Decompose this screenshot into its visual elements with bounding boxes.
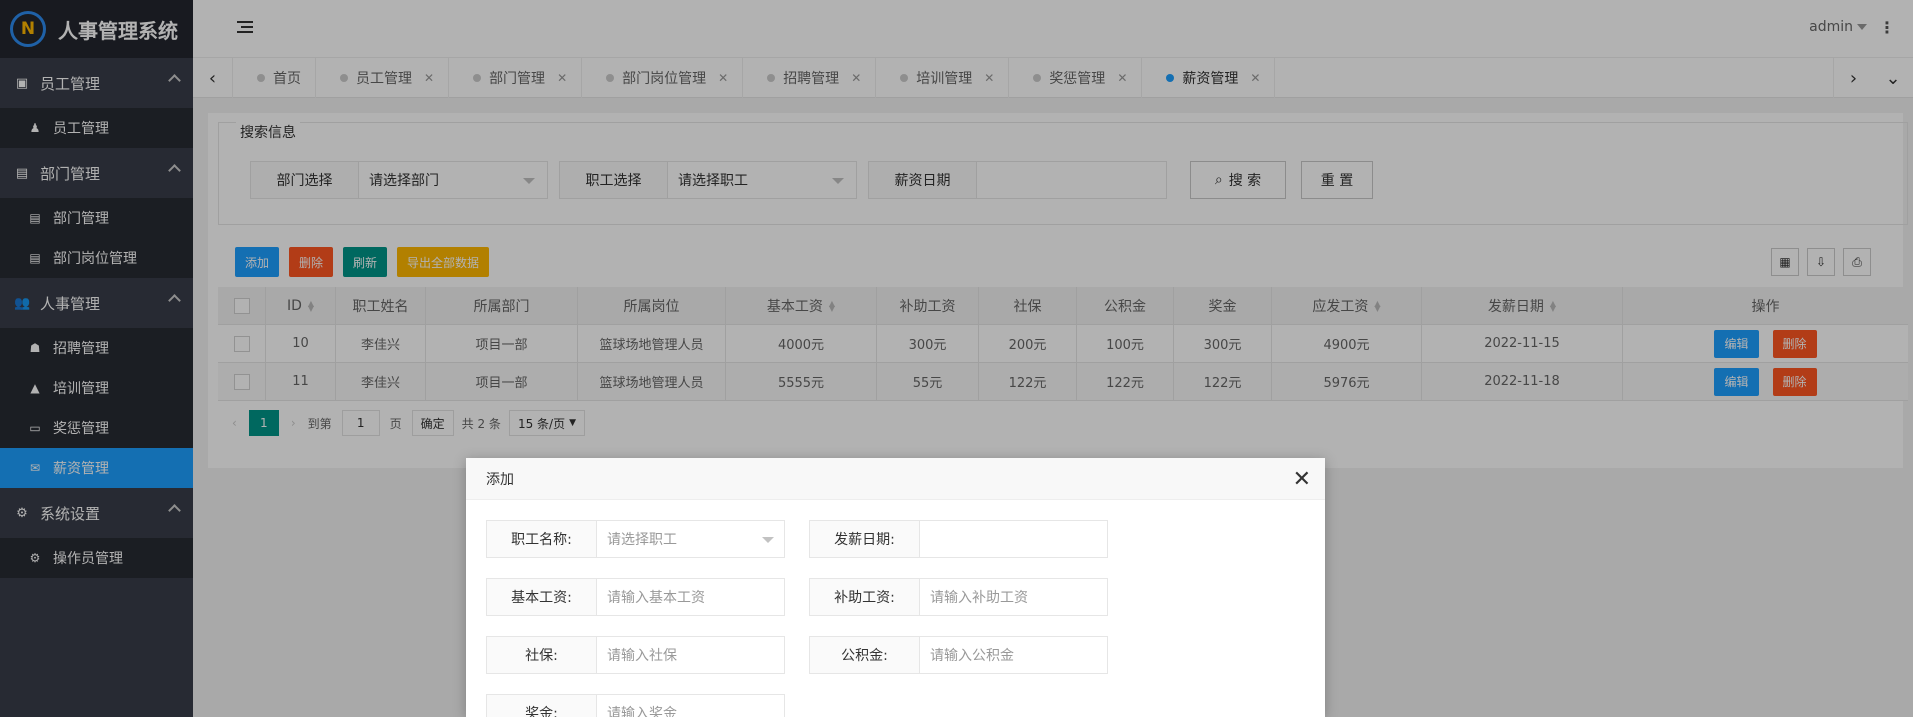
field-label: 公积金: (810, 637, 920, 673)
field-label: 发薪日期: (810, 521, 920, 557)
field-label: 社保: (487, 637, 597, 673)
field-placeholder: 请输入基本工资 (607, 590, 705, 606)
dialog-title: 添加 (486, 471, 514, 488)
field-label: 基本工资: (487, 579, 597, 615)
close-icon[interactable]: ✕ (1293, 467, 1311, 492)
bonus-field[interactable]: 奖金: 请输入奖金 (486, 694, 785, 717)
field-placeholder: 请选择职工 (607, 532, 677, 548)
field-placeholder: 请输入社保 (607, 648, 677, 664)
social-field[interactable]: 社保: 请输入社保 (486, 636, 785, 674)
field-placeholder: 请输入公积金 (930, 648, 1014, 664)
add-salary-dialog: 添加 ✕ 职工名称: 请选择职工 发薪日期: 基本工资: 请输入基本工资 补助工资… (466, 458, 1325, 717)
caret-down-icon (762, 537, 774, 549)
field-placeholder: 请输入补助工资 (930, 590, 1028, 606)
field-placeholder: 请输入奖金 (607, 706, 677, 717)
field-label: 奖金: (487, 695, 597, 717)
emp-select-field[interactable]: 职工名称: 请选择职工 (486, 520, 785, 558)
field-label: 补助工资: (810, 579, 920, 615)
pay-date-field[interactable]: 发薪日期: (809, 520, 1108, 558)
subsidy-field[interactable]: 补助工资: 请输入补助工资 (809, 578, 1108, 616)
base-salary-field[interactable]: 基本工资: 请输入基本工资 (486, 578, 785, 616)
fund-field[interactable]: 公积金: 请输入公积金 (809, 636, 1108, 674)
field-label: 职工名称: (487, 521, 597, 557)
